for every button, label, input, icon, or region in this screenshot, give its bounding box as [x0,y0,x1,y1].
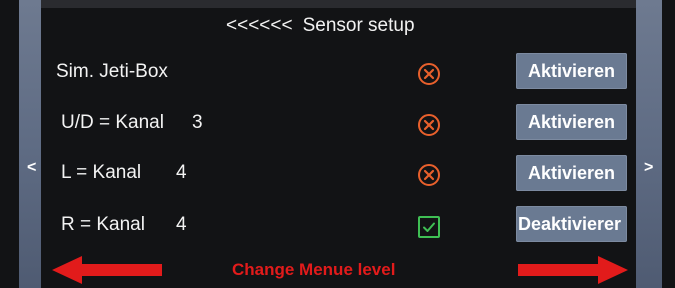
checkbox-checked-icon [418,216,440,238]
row-l-kanal-value: 4 [176,162,187,183]
page-title: <<<<<< Sensor setup [226,13,486,39]
title-text: Sensor setup [302,15,415,36]
row-sim-jeti-box-label: Sim. Jeti-Box [56,61,168,82]
row-l-kanal-label: L = Kanal [61,162,142,183]
arrow-left-icon[interactable] [52,255,164,285]
top-strip [41,0,636,8]
row-r-kanal-label: R = Kanal [61,214,145,235]
x-circle-icon [418,63,440,85]
footer-change-menu-level: Change Menue level [232,260,396,279]
arrow-right-icon[interactable] [516,255,628,285]
activate-button-ud-kanal[interactable]: Aktivieren [516,104,627,140]
back-chevrons[interactable]: <<<<<< [226,15,293,36]
deactivate-button-r-kanal[interactable]: Deaktivierer [516,206,627,242]
right-nav-bar[interactable] [636,0,662,288]
row-ud-kanal-label: U/D = Kanal [61,112,164,133]
activate-button-l-kanal[interactable]: Aktivieren [516,155,627,191]
row-r-kanal-value: 4 [176,214,187,235]
x-circle-icon [418,164,440,186]
left-nav-bar[interactable] [19,0,41,288]
activate-button-sim-jeti-box[interactable]: Aktivieren [516,53,627,89]
row-ud-kanal-value: 3 [192,112,203,133]
nav-left-arrow[interactable]: < [27,158,36,178]
x-circle-icon [418,114,440,136]
nav-right-arrow[interactable]: > [644,158,653,178]
